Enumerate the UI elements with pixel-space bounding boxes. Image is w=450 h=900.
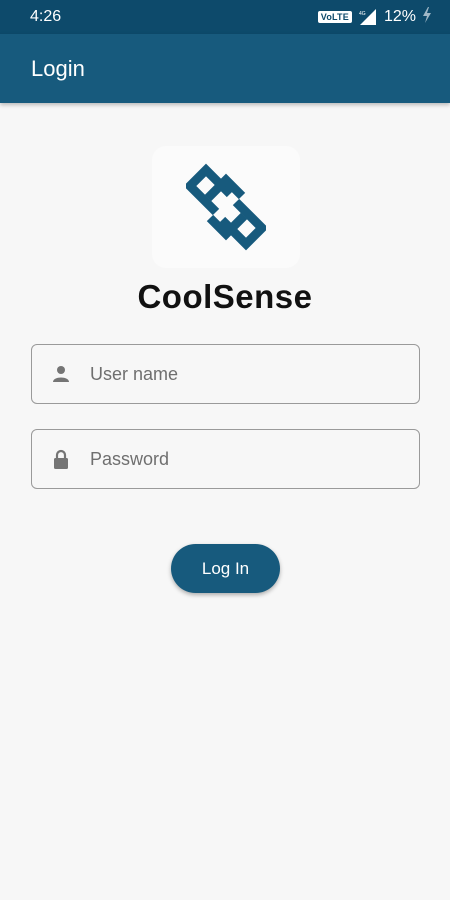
signal-icon: 4G: [358, 9, 378, 25]
password-field[interactable]: [31, 429, 420, 489]
page-title: Login: [31, 55, 85, 81]
svg-text:4G: 4G: [359, 11, 366, 17]
username-input[interactable]: [90, 345, 419, 403]
charging-icon: [422, 6, 432, 28]
username-field[interactable]: [31, 344, 420, 404]
status-bar: 4:26 VoLTE 4G 12%: [0, 0, 450, 34]
login-button[interactable]: Log In: [171, 544, 280, 593]
app-bar: Login: [0, 34, 450, 103]
coolsense-logo-icon: [186, 163, 266, 251]
person-icon: [32, 365, 90, 383]
password-input[interactable]: [90, 430, 419, 488]
lock-icon: [32, 449, 90, 469]
volte-badge: VoLTE: [317, 11, 352, 23]
app-logo: [152, 146, 300, 268]
battery-percent: 12%: [383, 8, 416, 25]
status-icons: VoLTE 4G 12%: [317, 6, 432, 28]
brand-name: CoolSense: [137, 278, 313, 315]
status-time: 4:26: [30, 8, 62, 25]
